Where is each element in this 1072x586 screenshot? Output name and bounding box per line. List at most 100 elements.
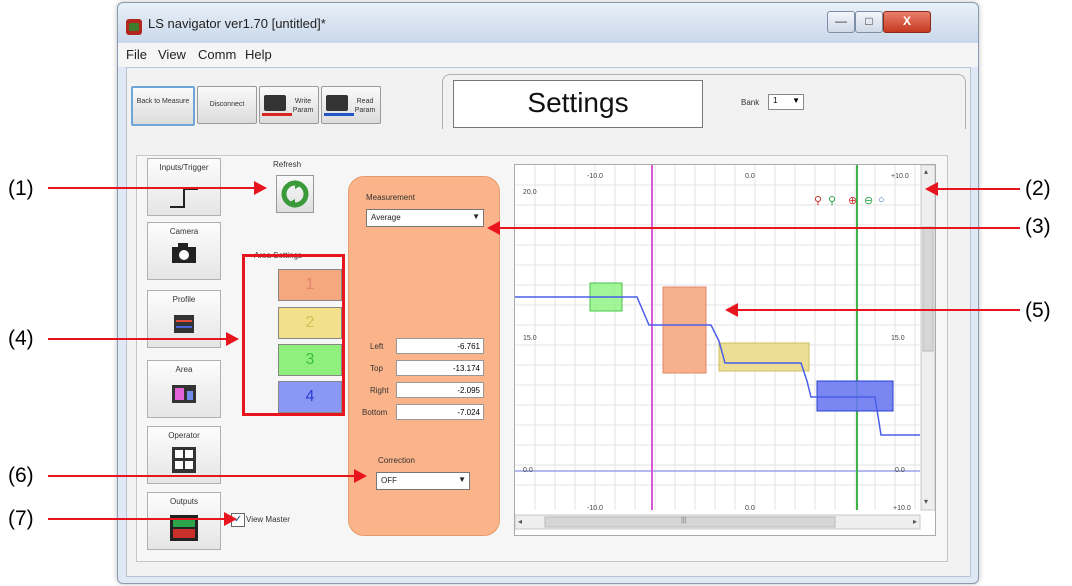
measurement-select[interactable]: Average ▼: [366, 209, 484, 227]
controller-icon: [326, 95, 348, 111]
left-value-field[interactable]: -6.761: [396, 338, 484, 354]
scroll-left-arrow[interactable]: ◂: [518, 517, 522, 526]
area-icon: [172, 385, 196, 403]
app-icon: [126, 19, 142, 35]
arrow-6-line: [48, 475, 354, 477]
menu-help[interactable]: Help: [245, 47, 272, 62]
pin-green-icon[interactable]: ⚲: [828, 194, 836, 207]
scroll-up-arrow[interactable]: ▴: [924, 167, 928, 176]
graph-toolbar: ⚲ ⚲ ⊕ ⊖ ○: [814, 194, 909, 208]
graph-canvas[interactable]: [515, 165, 935, 535]
bank-select[interactable]: 1 ▼: [768, 94, 804, 110]
bottom-value-field[interactable]: -7.024: [396, 404, 484, 420]
minimize-button[interactable]: —: [827, 11, 855, 33]
correction-value: OFF: [381, 476, 397, 485]
arrow-4-head: [226, 332, 239, 346]
read-arrow-icon: [324, 113, 354, 116]
chevron-down-icon: ▼: [472, 212, 480, 221]
profile-line: [515, 296, 920, 436]
area-settings-highlight: [242, 254, 345, 416]
controller-icon: [264, 95, 286, 111]
bottom-label: Bottom: [362, 408, 388, 417]
zoom-fit-icon[interactable]: ○: [878, 194, 885, 206]
x-tick-bottom-2: +10.0: [893, 505, 911, 512]
y-tick-left-0: 20.0: [523, 189, 537, 196]
scroll-down-arrow[interactable]: ▾: [924, 497, 928, 506]
x-tick-top-2: +10.0: [891, 173, 909, 180]
y-tick-left-1: 15.0: [523, 335, 537, 342]
window-title: LS navigator ver1.70 [untitled]*: [148, 16, 326, 31]
callout-7: (7): [8, 507, 34, 530]
maximize-button[interactable]: □: [855, 11, 883, 33]
area-1-region[interactable]: [662, 286, 707, 374]
measurement-label: Measurement: [366, 193, 415, 202]
back-to-measure-button[interactable]: Back to Measure: [131, 86, 195, 126]
measurement-value: Average: [371, 213, 401, 222]
back-to-measure-label: Back to Measure: [136, 98, 190, 105]
arrow-7-line: [48, 518, 224, 520]
arrow-5-line: [738, 309, 1020, 311]
arrow-3-head: [487, 221, 500, 235]
tab-camera[interactable]: Camera: [147, 222, 221, 280]
tab-area[interactable]: Area: [147, 360, 221, 418]
area-4-region[interactable]: [816, 380, 894, 412]
disconnect-button[interactable]: Disconnect: [197, 86, 257, 124]
arrow-1-head: [254, 181, 267, 195]
zoom-in-icon[interactable]: ⊕: [848, 194, 857, 207]
correction-select[interactable]: OFF ▼: [376, 472, 470, 490]
callout-5: (5): [1025, 299, 1051, 322]
write-param-label: Write Param: [292, 98, 314, 114]
right-value-field[interactable]: -2.095: [396, 382, 484, 398]
arrow-1-line: [48, 187, 254, 189]
profile-graph[interactable]: ⚲ ⚲ ⊕ ⊖ ○ -10.0 0.0 +10.0 -10.0 0.0 +10.…: [514, 164, 936, 536]
y-tick-right-0: 15.0: [891, 335, 905, 342]
menu-bar: File View Comm Help: [118, 43, 978, 67]
right-label: Right: [370, 386, 389, 395]
callout-4: (4): [8, 327, 34, 350]
view-master-label: View Master: [246, 515, 290, 524]
scroll-grip: |||: [681, 517, 687, 524]
arrow-6-head: [354, 469, 367, 483]
bank-value: 1: [773, 96, 778, 105]
left-label: Left: [370, 342, 384, 351]
bank-label: Bank: [741, 98, 760, 107]
read-param-label: Read Param: [354, 98, 376, 114]
horizontal-scroll-thumb[interactable]: [544, 516, 836, 528]
y-tick-left-2: 0.0: [523, 467, 533, 474]
callout-2: (2): [1025, 177, 1051, 200]
callout-6: (6): [8, 464, 34, 487]
zoom-out-icon[interactable]: ⊖: [864, 194, 873, 207]
callout-3: (3): [1025, 215, 1051, 238]
callout-1: (1): [8, 177, 34, 200]
close-button[interactable]: X: [883, 11, 931, 33]
arrow-2-head: [925, 182, 938, 196]
scroll-right-arrow[interactable]: ▸: [913, 517, 917, 526]
tab-outputs[interactable]: Outputs: [147, 492, 221, 550]
arrow-4-line: [48, 338, 226, 340]
arrow-3-line: [500, 227, 1020, 229]
write-param-button[interactable]: Write Param: [259, 86, 319, 124]
x-tick-top-1: 0.0: [745, 173, 755, 180]
pin-red-icon[interactable]: ⚲: [814, 194, 822, 207]
arrow-2-line: [938, 188, 1020, 190]
outputs-icon: [170, 515, 198, 541]
x-tick-top-0: -10.0: [587, 173, 603, 180]
title-bar[interactable]: LS navigator ver1.70 [untitled]* — □ X: [118, 3, 978, 43]
x-tick-bottom-0: -10.0: [587, 505, 603, 512]
area-2-region[interactable]: [718, 342, 810, 372]
top-label: Top: [370, 364, 383, 373]
arrow-5-head: [725, 303, 738, 317]
chevron-down-icon: ▼: [458, 475, 466, 484]
arrow-7-head: [224, 512, 237, 526]
correction-label: Correction: [378, 456, 415, 465]
y-tick-right-1: 0.0: [895, 467, 905, 474]
menu-comm[interactable]: Comm: [198, 47, 236, 62]
vertical-scroll-thumb[interactable]: [922, 226, 934, 352]
menu-file[interactable]: File: [126, 47, 147, 62]
menu-view[interactable]: View: [158, 47, 186, 62]
read-param-button[interactable]: Read Param: [321, 86, 381, 124]
refresh-button[interactable]: [276, 175, 314, 213]
refresh-icon: [281, 180, 309, 208]
x-tick-bottom-1: 0.0: [745, 505, 755, 512]
top-value-field[interactable]: -13.174: [396, 360, 484, 376]
